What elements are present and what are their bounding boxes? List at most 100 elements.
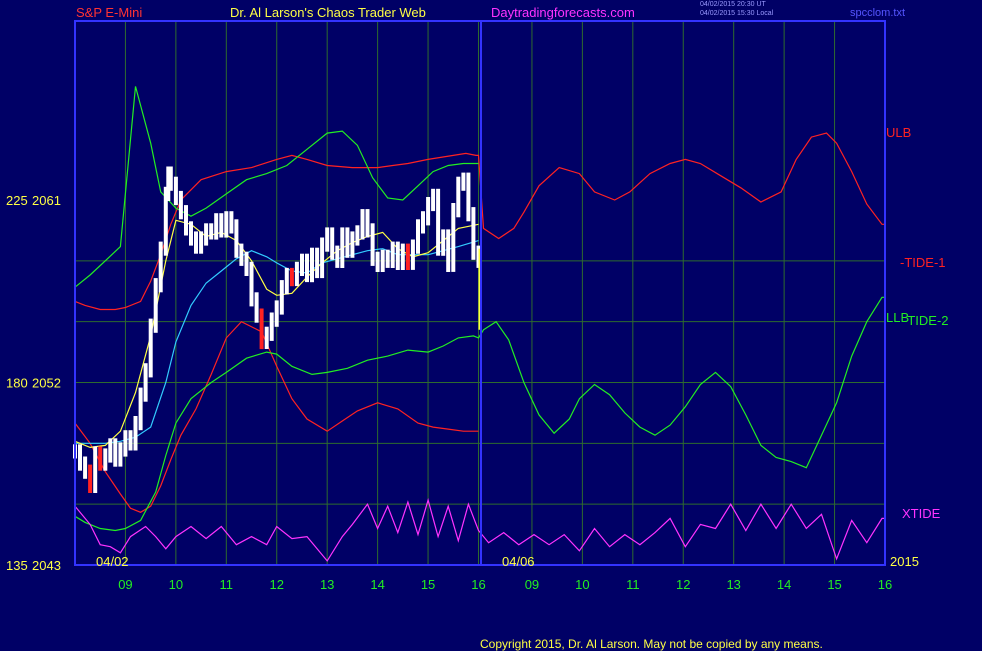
price-bar xyxy=(300,253,304,276)
price-bar xyxy=(370,223,375,266)
price-bar xyxy=(153,278,158,333)
price-bar xyxy=(421,211,425,234)
price-bar xyxy=(88,464,93,493)
price-bar xyxy=(279,280,284,315)
price-bar xyxy=(390,241,395,268)
price-bar xyxy=(289,267,294,287)
price-bar xyxy=(400,243,405,270)
price-bar xyxy=(133,416,138,451)
price-bar xyxy=(284,267,289,295)
price-bar xyxy=(360,209,365,240)
x-tick-label-1: 10 xyxy=(169,577,183,592)
x-tick-label-6: 15 xyxy=(421,577,435,592)
price-bar xyxy=(184,205,188,236)
x-tick-label-8: 09 xyxy=(525,577,539,592)
price-bar xyxy=(461,172,466,191)
x-tick-label-15: 16 xyxy=(878,577,892,592)
price-bar xyxy=(118,442,123,467)
price-bar xyxy=(375,251,380,272)
y-tick-price-1: 2052 xyxy=(32,376,61,391)
price-bar xyxy=(416,219,420,254)
price-bar xyxy=(78,444,82,471)
price-bar xyxy=(143,363,148,402)
price-chart: 225 2061180 2052135 2043 09 10 11 12 13 14 15 16 09… xyxy=(6,20,949,592)
x-tick-label-12: 13 xyxy=(726,577,740,592)
y-tick-price-0: 2061 xyxy=(32,193,61,208)
price-bar xyxy=(229,211,234,234)
price-bar xyxy=(178,190,183,220)
year-label: 2015 xyxy=(890,554,919,569)
x-tick-label-10: 11 xyxy=(626,577,640,592)
price-bar xyxy=(269,312,274,341)
y-tick-osc-1: 180 xyxy=(6,376,28,391)
price-bar xyxy=(365,209,370,238)
price-bar xyxy=(113,438,118,467)
price-bar xyxy=(234,219,239,258)
price-bar xyxy=(224,211,229,238)
price-bar xyxy=(264,326,269,349)
price-bar xyxy=(315,247,320,279)
x-tick-label-14: 15 xyxy=(827,577,841,592)
price-bar xyxy=(294,261,299,287)
price-bar xyxy=(340,227,345,268)
price-bar xyxy=(214,213,219,240)
x-tick-label-7: 16 xyxy=(471,577,485,592)
x-tick-label-9: 10 xyxy=(575,577,589,592)
price-bar xyxy=(138,387,143,431)
price-bar xyxy=(128,430,133,451)
session2-date-label: 04/06 xyxy=(502,554,535,569)
price-bar xyxy=(244,251,249,276)
x-tick-label-5: 14 xyxy=(370,577,384,592)
price-bar xyxy=(345,227,350,258)
x-tick-label-13: 14 xyxy=(777,577,791,592)
price-bar xyxy=(431,188,436,212)
price-bar xyxy=(189,221,193,246)
x-tick-label-11: 12 xyxy=(676,577,690,592)
price-bar xyxy=(471,207,476,260)
price-bar xyxy=(466,172,471,222)
price-bar xyxy=(239,243,244,266)
price-bar xyxy=(426,197,431,226)
price-bar xyxy=(148,318,153,378)
y-axis-ticks: 225 2061 180 2052 135 2043 xyxy=(6,193,61,573)
x-tick-label-2: 11 xyxy=(220,577,234,592)
price-bar xyxy=(219,213,224,238)
price-bar xyxy=(405,243,410,270)
price-bar xyxy=(83,456,88,479)
session1-date-label: 04/02 xyxy=(96,554,129,569)
price-bar xyxy=(123,430,128,457)
price-bar xyxy=(441,229,446,256)
price-bar xyxy=(254,292,259,323)
x-tick-label-4: 13 xyxy=(320,577,334,592)
price-bar xyxy=(194,231,198,254)
price-bar xyxy=(168,166,173,191)
copyright-notice: Copyright 2015, Dr. Al Larson. May not b… xyxy=(480,637,823,651)
tide2-label: -TIDE-2 xyxy=(903,313,949,328)
tide1-label: -TIDE-1 xyxy=(900,255,946,270)
price-bar xyxy=(249,261,254,307)
price-bar xyxy=(355,225,360,246)
price-bar xyxy=(173,176,178,206)
price-bar xyxy=(204,223,209,246)
price-bar xyxy=(410,239,415,270)
x-tick-label-3: 12 xyxy=(270,577,284,592)
price-bar xyxy=(98,446,103,471)
price-bar xyxy=(395,241,400,270)
price-bar xyxy=(456,176,461,218)
x-tick-label-0: 09 xyxy=(118,577,132,592)
price-bar xyxy=(385,249,390,268)
price-bar xyxy=(103,448,108,471)
price-bar xyxy=(93,446,98,493)
price-bar xyxy=(209,223,214,240)
x-axis-ticks: 09 10 11 12 13 14 15 16 09 10 11 12 13 14 15 16 xyxy=(118,577,892,592)
price-bar xyxy=(451,203,456,272)
price-bar xyxy=(380,249,385,272)
price-bar xyxy=(108,438,113,463)
xtide-label: XTIDE xyxy=(902,506,941,521)
y-tick-osc-0: 225 xyxy=(6,193,28,208)
price-bar xyxy=(350,231,355,258)
price-bar xyxy=(274,300,279,327)
price-bar xyxy=(325,227,330,252)
price-bar xyxy=(330,227,335,260)
y-tick-osc-2: 135 xyxy=(6,558,28,573)
